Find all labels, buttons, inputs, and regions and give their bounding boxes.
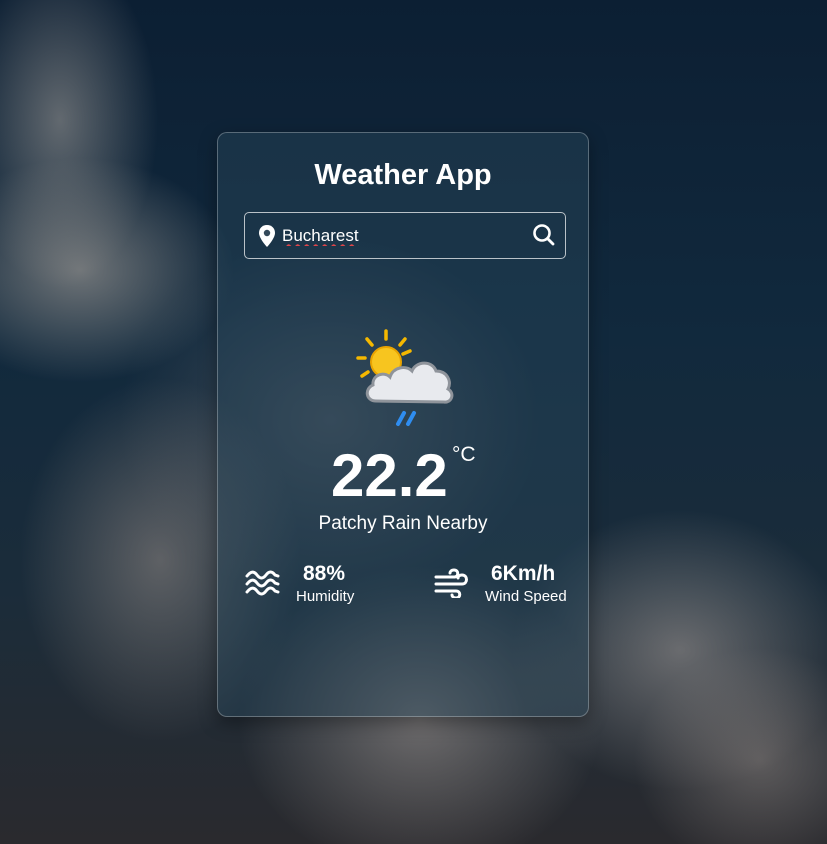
temperature-display: 22.2 °C bbox=[218, 443, 588, 509]
sun-cloud-rain-icon bbox=[348, 329, 460, 433]
temperature-unit: °C bbox=[452, 443, 476, 466]
search-box bbox=[244, 212, 566, 259]
city-search-input[interactable] bbox=[282, 223, 522, 249]
humidity-value: 88% bbox=[303, 562, 346, 585]
humidity-label: Humidity bbox=[296, 588, 355, 605]
app-title: Weather App bbox=[314, 159, 492, 191]
temperature-value: 22.2 bbox=[331, 442, 448, 509]
wind-speed-label: Wind Speed bbox=[485, 588, 567, 605]
weather-condition: Patchy Rain Nearby bbox=[318, 513, 488, 534]
wind-detail: 6Km/h Wind Speed bbox=[434, 560, 574, 608]
search-icon[interactable] bbox=[531, 222, 557, 248]
water-waves-icon bbox=[245, 568, 281, 598]
humidity-detail: 88% Humidity bbox=[245, 560, 365, 608]
wind-icon bbox=[434, 568, 470, 600]
weather-card: Weather App Bucharest 22.2 °C Patchy Rai… bbox=[217, 132, 589, 717]
wind-speed-value: 6Km/h bbox=[491, 562, 556, 585]
map-pin-icon bbox=[258, 225, 276, 247]
